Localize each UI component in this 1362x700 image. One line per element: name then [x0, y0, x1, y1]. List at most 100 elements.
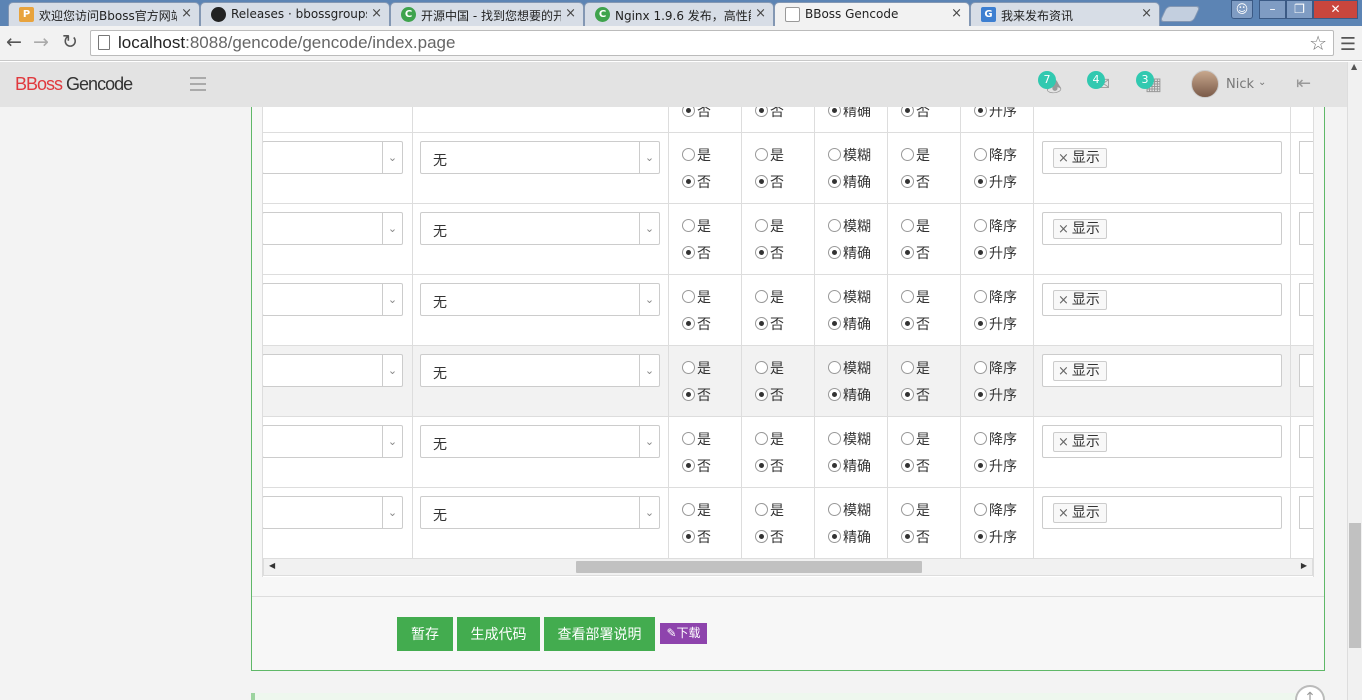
next-column-input[interactable]	[1299, 425, 1313, 458]
sort-order-option-desc[interactable]: 降序	[974, 287, 1017, 307]
radio-unchecked-icon[interactable]	[755, 503, 768, 516]
radio-checked-icon[interactable]	[901, 246, 914, 259]
next-column-input[interactable]	[1299, 141, 1313, 174]
close-window-button[interactable]: ✕	[1313, 0, 1358, 19]
required-option-no[interactable]: 否	[755, 243, 784, 263]
browser-tab-publish-news[interactable]: G 我来发布资讯 ×	[970, 2, 1160, 26]
unique-option-yes[interactable]: 是	[901, 429, 930, 449]
radio-checked-icon[interactable]	[828, 530, 841, 543]
query-mode-option-fuzzy[interactable]: 模糊	[828, 287, 871, 307]
radio-unchecked-icon[interactable]	[682, 148, 695, 161]
radio-checked-icon[interactable]	[828, 246, 841, 259]
field-type-select[interactable]: ⌄	[263, 425, 403, 458]
sort-order-option-asc[interactable]: 升序	[974, 314, 1017, 334]
sort-order-option-desc[interactable]: 降序	[974, 358, 1017, 378]
chevron-down-icon[interactable]: ⌄	[382, 284, 402, 315]
dictionary-select[interactable]: 无 ⌄	[420, 141, 660, 174]
save-draft-button[interactable]: 暂存	[397, 617, 453, 651]
radio-unchecked-icon[interactable]	[974, 290, 987, 303]
radio-unchecked-icon[interactable]	[901, 219, 914, 232]
required-option-no[interactable]: 否	[755, 385, 784, 405]
browser-tab-gencode[interactable]: BBoss Gencode ×	[774, 2, 970, 26]
sort-order-option-asc[interactable]: 升序	[974, 172, 1017, 192]
unique-option-yes[interactable]: 是	[901, 287, 930, 307]
radio-unchecked-icon[interactable]	[901, 361, 914, 374]
download-button[interactable]: ✎下载	[660, 623, 707, 644]
primary-key-option-no[interactable]: 否	[682, 456, 711, 476]
radio-unchecked-icon[interactable]	[755, 361, 768, 374]
required-option-yes[interactable]: 是	[755, 500, 784, 520]
radio-checked-icon[interactable]	[901, 388, 914, 401]
vertical-scrollbar[interactable]: ▲	[1347, 62, 1362, 700]
query-mode-option-fuzzy[interactable]: 模糊	[828, 500, 871, 520]
query-mode-option-exact[interactable]: 精确	[828, 314, 871, 334]
primary-key-option-yes[interactable]: 是	[682, 216, 711, 236]
sort-order-option-asc[interactable]: 升序	[974, 385, 1017, 405]
radio-checked-icon[interactable]	[682, 388, 695, 401]
minimize-button[interactable]: –	[1259, 0, 1286, 19]
radio-unchecked-icon[interactable]	[828, 503, 841, 516]
tag-show[interactable]: × 显示	[1053, 290, 1107, 310]
required-option-yes[interactable]: 是	[755, 287, 784, 307]
display-tags-field[interactable]: × 显示	[1042, 212, 1282, 245]
tab-close-icon[interactable]: ×	[565, 6, 576, 21]
chevron-down-icon[interactable]: ⌄	[639, 497, 659, 528]
unique-option-yes[interactable]: 是	[901, 500, 930, 520]
required-option-no[interactable]: 否	[755, 527, 784, 547]
radio-checked-icon[interactable]	[682, 246, 695, 259]
radio-checked-icon[interactable]	[974, 530, 987, 543]
radio-unchecked-icon[interactable]	[974, 361, 987, 374]
forward-arrow-icon[interactable]: →	[33, 31, 49, 53]
browser-menu-icon[interactable]: ☰	[1340, 34, 1356, 55]
browser-tab-releases[interactable]: Releases · bbossgroups/ ×	[200, 2, 390, 26]
radio-checked-icon[interactable]	[755, 175, 768, 188]
radio-checked-icon[interactable]	[828, 175, 841, 188]
dictionary-select[interactable]: 无 ⌄	[420, 425, 660, 458]
chevron-down-icon[interactable]: ⌄	[382, 426, 402, 457]
display-tags-field[interactable]: × 显示	[1042, 496, 1282, 529]
radio-checked-icon[interactable]	[974, 107, 987, 117]
vertical-scroll-thumb[interactable]	[1349, 523, 1361, 648]
tab-close-icon[interactable]: ×	[755, 6, 766, 21]
radio-unchecked-icon[interactable]	[755, 148, 768, 161]
radio-unchecked-icon[interactable]	[974, 148, 987, 161]
chevron-down-icon[interactable]: ⌄	[382, 213, 402, 244]
chevron-down-icon[interactable]: ⌄	[639, 355, 659, 386]
unique-option-yes[interactable]: 是	[901, 216, 930, 236]
radio-unchecked-icon[interactable]	[828, 219, 841, 232]
tag-show[interactable]: × 显示	[1053, 361, 1107, 381]
primary-key-option-yes[interactable]: 是	[682, 287, 711, 307]
radio-checked-icon[interactable]	[755, 107, 768, 117]
display-tags-field[interactable]: × 显示	[1042, 283, 1282, 316]
primary-key-option-no[interactable]: 否	[682, 243, 711, 263]
radio-unchecked-icon[interactable]	[974, 219, 987, 232]
chevron-down-icon[interactable]: ⌄	[639, 213, 659, 244]
horizontal-scroll-thumb[interactable]	[576, 561, 922, 573]
chevron-down-icon[interactable]: ⌄	[382, 142, 402, 173]
radio-unchecked-icon[interactable]	[901, 503, 914, 516]
unique-option-no[interactable]: 否	[901, 456, 930, 476]
radio-checked-icon[interactable]	[974, 388, 987, 401]
primary-key-option-yes[interactable]: 是	[682, 145, 711, 165]
unique-option-no[interactable]: 否	[901, 314, 930, 334]
primary-key-option-no[interactable]: 否	[682, 172, 711, 192]
required-option-no[interactable]: 否	[755, 107, 784, 121]
radio-unchecked-icon[interactable]	[828, 148, 841, 161]
tag-show[interactable]: × 显示	[1053, 219, 1107, 239]
maximize-button[interactable]: ❐	[1286, 0, 1313, 19]
logout-icon[interactable]: ⇤	[1296, 73, 1311, 94]
sort-order-option-asc[interactable]: 升序	[974, 243, 1017, 263]
radio-checked-icon[interactable]	[682, 107, 695, 117]
unique-option-no[interactable]: 否	[901, 385, 930, 405]
browser-tab-bboss-site[interactable]: P 欢迎您访问Bboss官方网站 ×	[8, 2, 200, 26]
primary-key-option-no[interactable]: 否	[682, 385, 711, 405]
field-type-select[interactable]: ⌄	[263, 212, 403, 245]
back-arrow-icon[interactable]: ←	[6, 31, 22, 53]
primary-key-option-no[interactable]: 否	[682, 527, 711, 547]
radio-checked-icon[interactable]	[901, 459, 914, 472]
required-option-yes[interactable]: 是	[755, 358, 784, 378]
radio-unchecked-icon[interactable]	[974, 503, 987, 516]
primary-key-option-yes[interactable]: 是	[682, 500, 711, 520]
unique-option-yes[interactable]: 是	[901, 358, 930, 378]
radio-unchecked-icon[interactable]	[901, 290, 914, 303]
